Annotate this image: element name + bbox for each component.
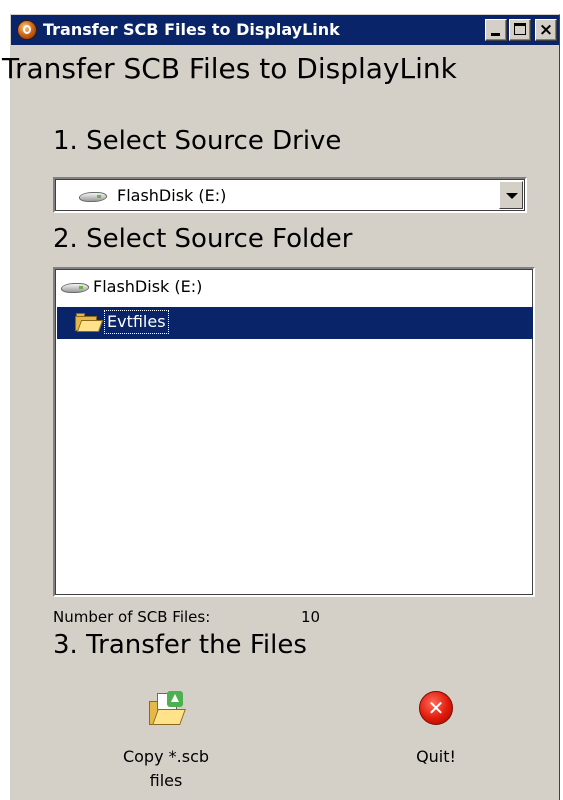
tree-item-label: Evtfiles (104, 310, 169, 334)
app-icon (17, 20, 37, 40)
tree-item-label: FlashDisk (E:) (93, 277, 203, 296)
window-title: Transfer SCB Files to DisplayLink (43, 20, 340, 39)
source-drive-value: FlashDisk (E:) (117, 186, 227, 205)
copy-files-label: Copy *.scb files (122, 747, 210, 790)
close-icon: × (538, 20, 554, 40)
copy-files-button[interactable]: Copy *.scb files (101, 679, 231, 791)
quit-button[interactable]: ✕ Quit! (381, 679, 491, 766)
drive-icon (77, 189, 109, 203)
step3-label: 3. Transfer the Files (53, 630, 307, 660)
drive-icon (59, 280, 91, 294)
chevron-down-icon[interactable] (499, 181, 523, 209)
file-count-value: 10 (301, 608, 321, 626)
main-window: Transfer SCB Files to DisplayLink × Tran… (2, 14, 560, 800)
quit-label: Quit! (416, 747, 456, 766)
folder-icon (75, 313, 104, 333)
minimize-button[interactable] (485, 19, 507, 41)
page-title: Transfer SCB Files to DisplayLink (2, 52, 457, 85)
tree-item-evtfiles[interactable]: Evtfiles (57, 307, 533, 339)
step1-label: 1. Select Source Drive (53, 126, 342, 156)
tree-item-root[interactable]: FlashDisk (E:) (59, 275, 529, 299)
copy-files-icon (149, 691, 186, 727)
quit-icon: ✕ (419, 691, 453, 725)
close-button[interactable]: × (535, 19, 557, 41)
maximize-button[interactable] (509, 19, 531, 41)
source-drive-select[interactable]: FlashDisk (E:) (53, 177, 527, 213)
step2-label: 2. Select Source Folder (53, 224, 353, 254)
file-count-label: Number of SCB Files: (53, 608, 211, 626)
source-folder-tree[interactable]: FlashDisk (E:) Evtfiles (53, 267, 535, 597)
title-bar[interactable]: Transfer SCB Files to DisplayLink × (11, 15, 559, 45)
